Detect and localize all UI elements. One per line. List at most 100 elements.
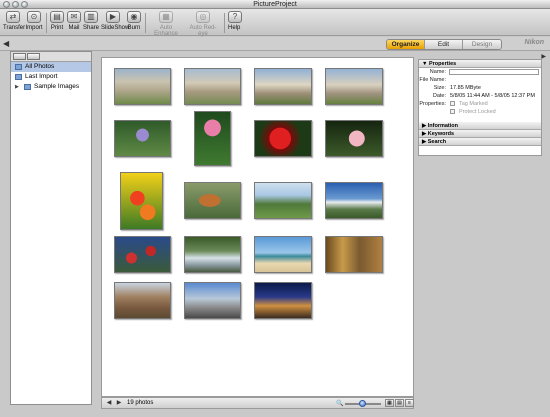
tab-design[interactable]: Design — [463, 40, 501, 49]
photo-thumbnail[interactable] — [325, 120, 383, 157]
toolbar-divider — [145, 13, 146, 33]
tag-marked-label: Tag Marked — [459, 101, 488, 107]
share-button[interactable]: ▥ Share — [83, 11, 99, 31]
import-button[interactable]: ⊙ Import — [25, 11, 43, 31]
auto-enhance-button[interactable]: ▦ Auto Enhance — [149, 11, 183, 37]
previous-button[interactable]: ◀ — [105, 400, 113, 407]
status-bar: ◀ ▶ 19 photos 🔍 ▦ ▤ ≡ — [101, 397, 414, 409]
date-value: 5/8/05 11:44 AM - 5/8/05 12:37 PM — [450, 93, 535, 99]
toolbar-divider — [46, 13, 47, 33]
properties-section-header[interactable]: ▼ Properties — [419, 60, 541, 68]
slideshow-icon: ▶ — [106, 11, 120, 23]
burn-icon: ◉ — [127, 11, 141, 23]
brand-logo: Nikon — [524, 39, 544, 46]
transfer-button[interactable]: ⇄ Transfer — [3, 11, 25, 31]
window-controls — [3, 1, 28, 8]
print-button[interactable]: ▤ Print — [50, 11, 64, 31]
photo-thumbnail[interactable] — [184, 282, 241, 319]
size-label: Size: — [433, 85, 446, 91]
print-icon: ▤ — [50, 11, 64, 23]
properties-label: Properties: — [419, 101, 446, 107]
photo-thumbnail[interactable] — [184, 182, 241, 219]
sidebar-toolbar — [11, 52, 91, 62]
size-value: 17.85 MByte — [450, 85, 481, 91]
zoom-window-button[interactable] — [21, 1, 28, 8]
info-pane: ▼ Properties Name: File Name: Size: 17.8… — [418, 59, 542, 156]
help-icon: ? — [228, 11, 242, 23]
photo-thumbnail[interactable] — [254, 182, 312, 219]
date-row: Date: 5/8/05 11:44 AM - 5/8/05 12:37 PM — [419, 92, 541, 100]
tag-marked-checkbox[interactable] — [450, 101, 455, 106]
toolbar-divider — [224, 13, 225, 33]
photo-thumbnail[interactable] — [120, 172, 163, 230]
auto-red-eye-button[interactable]: ◎ Auto Red-eye — [186, 11, 220, 37]
information-section-header[interactable]: ▶ Information — [419, 122, 541, 130]
sidebar-item-all-photos[interactable]: All Photos — [11, 62, 91, 72]
grid-view-button[interactable]: ▦ — [385, 399, 394, 407]
photo-thumbnail[interactable] — [194, 111, 231, 166]
collapse-left-pane-icon[interactable]: ◀ — [3, 39, 9, 48]
folder-icon — [15, 74, 22, 80]
photo-thumbnail[interactable] — [254, 282, 312, 319]
filename-label: File Name: — [419, 77, 446, 83]
name-label: Name: — [429, 69, 446, 75]
photo-thumbnail[interactable] — [114, 68, 171, 105]
slider-knob[interactable] — [359, 400, 366, 407]
next-button[interactable]: ▶ — [115, 400, 123, 407]
filename-row: File Name: — [419, 76, 541, 84]
mode-bar: ◀ Organize Edit Design Nikon — [0, 37, 550, 51]
folder-view-button[interactable] — [13, 53, 26, 60]
photo-thumbnail[interactable] — [114, 236, 171, 273]
list-view-button[interactable]: ≡ — [405, 399, 414, 407]
name-row: Name: — [419, 68, 541, 76]
sidebar-item-last-import[interactable]: Last Import — [11, 72, 91, 82]
name-field[interactable] — [449, 69, 539, 75]
tag-row: Properties: Tag Marked — [419, 100, 541, 108]
expand-right-pane-icon[interactable]: ▶ — [541, 53, 546, 60]
protect-row: Protect Locked — [419, 108, 541, 116]
photo-thumbnail[interactable] — [184, 68, 241, 105]
date-label: Date: — [432, 93, 446, 99]
auto-enhance-icon: ▦ — [159, 11, 173, 23]
photo-thumbnail[interactable] — [325, 182, 383, 219]
slideshow-button[interactable]: ▶ SlideShow — [101, 11, 129, 31]
list-view-button[interactable] — [27, 53, 40, 60]
import-icon: ⊙ — [27, 11, 41, 23]
transfer-icon: ⇄ — [6, 11, 20, 23]
protect-locked-label: Protect Locked — [459, 109, 496, 115]
photo-thumbnail[interactable] — [184, 236, 241, 273]
tab-organize[interactable]: Organize — [387, 40, 425, 49]
mail-button[interactable]: ✉ Mail — [67, 11, 81, 31]
folder-icon — [24, 84, 31, 90]
zoom-out-icon[interactable]: 🔍 — [336, 400, 343, 407]
window-titlebar: PictureProject — [0, 0, 550, 9]
tab-edit[interactable]: Edit — [425, 40, 463, 49]
photo-thumbnail[interactable] — [325, 68, 383, 105]
protect-locked-checkbox[interactable] — [450, 109, 455, 114]
photo-thumbnail[interactable] — [114, 282, 171, 319]
sidebar-item-sample-images[interactable]: ▶ Sample Images — [11, 82, 91, 92]
red-eye-icon: ◎ — [196, 11, 210, 23]
photo-thumbnail[interactable] — [325, 236, 383, 273]
minimize-window-button[interactable] — [12, 1, 19, 8]
window-title: PictureProject — [253, 1, 297, 8]
folder-sidebar: All Photos Last Import ▶ Sample Images — [10, 51, 92, 405]
mail-icon: ✉ — [67, 11, 81, 23]
photo-thumbnail[interactable] — [254, 68, 312, 105]
burn-button[interactable]: ◉ Burn — [127, 11, 141, 31]
help-button[interactable]: ? Help — [228, 11, 242, 31]
close-window-button[interactable] — [3, 1, 10, 8]
toolbar: ⇄ Transfer ⊙ Import ▤ Print ✉ Mail ▥ Sha… — [0, 9, 550, 37]
filmstrip-view-button[interactable]: ▤ — [395, 399, 404, 407]
keywords-section-header[interactable]: ▶ Keywords — [419, 130, 541, 138]
search-section-header[interactable]: ▶ Search — [419, 138, 541, 146]
size-row: Size: 17.85 MByte — [419, 84, 541, 92]
photo-thumbnail[interactable] — [254, 236, 312, 273]
share-icon: ▥ — [84, 11, 98, 23]
photo-thumbnail[interactable] — [114, 120, 171, 157]
photo-thumbnail[interactable] — [254, 120, 312, 157]
thumbnail-size-slider[interactable] — [345, 400, 381, 407]
thumbnail-grid — [101, 57, 414, 397]
disclosure-triangle-icon[interactable]: ▶ — [15, 82, 21, 92]
folder-icon — [15, 64, 22, 70]
